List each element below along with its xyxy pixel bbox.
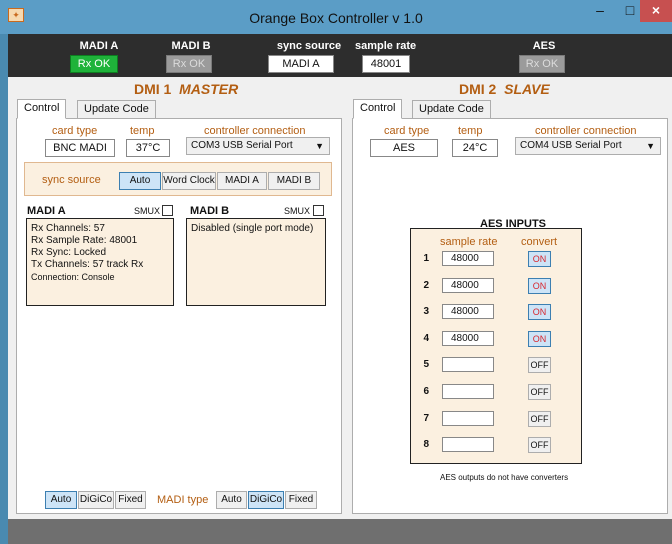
aes-sample-rate-field[interactable] — [442, 437, 494, 452]
madi-a-info-line: Connection: Console — [31, 272, 115, 282]
aes-row-number: 6 — [423, 386, 429, 397]
window-title: Orange Box Controller v 1.0 — [249, 10, 423, 26]
dmi1-madi-a-info: Rx Channels: 57 Rx Sample Rate: 48001 Rx… — [26, 218, 174, 306]
aes-row-number: 2 — [423, 280, 429, 291]
madi-a-info-line: Rx Sync: Locked — [31, 247, 107, 258]
madi-b-status-label: MADI B — [171, 40, 211, 52]
dmi1-tab-control[interactable]: Control — [17, 99, 67, 119]
dmi1-madi-b-smux-checkbox[interactable] — [313, 205, 324, 216]
dmi1-controller-label: controller connection — [204, 125, 306, 137]
chevron-down-icon: ▼ — [315, 141, 324, 151]
dmi2-role: SLAVE — [504, 81, 550, 97]
aes-sample-rate-field[interactable] — [442, 357, 494, 372]
dmi2-tab-control[interactable]: Control — [353, 99, 403, 119]
sample-rate-label: sample rate — [355, 40, 417, 52]
dmi2-card-type-label: card type — [384, 125, 430, 137]
aes-convert-toggle[interactable]: ON — [528, 278, 551, 294]
minimize-button[interactable]: – — [585, 0, 615, 22]
dmi1-madi-type-auto-button[interactable]: Auto — [216, 491, 247, 509]
madi-a-info-line: Rx Sample Rate: 48001 — [31, 235, 138, 246]
dmi1-title-text: DMI 1 — [134, 81, 172, 97]
dmi1-madi-b-smux-label: SMUX — [284, 206, 311, 216]
sync-source-value: MADI A — [268, 55, 334, 73]
aes-sample-rate-field[interactable] — [442, 411, 494, 426]
aes-row-number: 7 — [423, 413, 429, 424]
aes-row-number: 8 — [423, 439, 429, 450]
dmi1-role: MASTER — [179, 81, 239, 97]
aes-convert-toggle[interactable]: ON — [528, 331, 551, 347]
aes-convert-toggle[interactable]: OFF — [528, 437, 551, 453]
dmi1-sync-source-label: sync source — [42, 174, 101, 186]
madi-b-status-led: Rx OK — [166, 55, 212, 73]
aes-row-number: 3 — [423, 306, 429, 317]
aes-sample-rate-field[interactable] — [442, 384, 494, 399]
dmi1-temp-value: 37°C — [126, 139, 170, 157]
aes-convert-toggle[interactable]: OFF — [528, 411, 551, 427]
madi-a-info-line: Rx Channels: 57 — [31, 223, 105, 234]
aes-sample-rate-field[interactable]: 48000 — [442, 251, 494, 266]
madi-b-info-line: Disabled (single port mode) — [191, 223, 314, 234]
dmi1-tab-update-code[interactable]: Update Code — [77, 100, 156, 119]
aes-row-number: 4 — [423, 333, 429, 344]
madi-a-status-label: MADI A — [79, 40, 119, 52]
dmi2-controller-label: controller connection — [535, 125, 637, 137]
dmi2-title: DMI 2 SLAVE — [459, 81, 550, 97]
dmi1-sync-word-clock-button[interactable]: Word Clock — [162, 172, 216, 190]
dmi1-controller-select[interactable]: COM3 USB Serial Port ▼ — [186, 137, 330, 155]
dmi2-card-type-value: AES — [370, 139, 438, 157]
dmi2-temp-value: 24°C — [452, 139, 498, 157]
aes-outputs-note: AES outputs do not have converters — [440, 473, 569, 482]
dmi2-temp-label: temp — [458, 125, 483, 137]
dmi1-madi-type-label: MADI type — [157, 494, 209, 506]
dmi1-controller-value: COM3 USB Serial Port — [191, 140, 293, 151]
dmi1-madi-a-smux-label: SMUX — [134, 206, 161, 216]
aes-col-convert: convert — [521, 236, 558, 248]
sync-source-label: sync source — [276, 40, 342, 52]
dmi1-madi-type-digico-button[interactable]: DiGiCo — [248, 491, 284, 509]
dmi1-title: DMI 1 MASTER — [134, 81, 238, 97]
aes-row-number: 1 — [423, 253, 429, 264]
dmi2-controller-select[interactable]: COM4 USB Serial Port ▼ — [515, 137, 661, 155]
dmi1-sync-madi-b-button[interactable]: MADI B — [268, 172, 320, 190]
dmi1-sync-auto-button[interactable]: Auto — [119, 172, 161, 190]
dmi1-mode-fixed-button[interactable]: Fixed — [115, 491, 146, 509]
dmi1-mode-digico-button[interactable]: DiGiCo — [78, 491, 114, 509]
sample-rate-value: 48001 — [362, 55, 410, 73]
aes-sample-rate-field[interactable]: 48000 — [442, 331, 494, 346]
dmi1-madi-a-title: MADI A — [27, 205, 66, 217]
dmi2-tab-update-code[interactable]: Update Code — [412, 100, 491, 119]
close-button[interactable]: × — [640, 0, 672, 22]
dmi1-temp-label: temp — [130, 125, 155, 137]
dmi1-madi-type-fixed-button[interactable]: Fixed — [285, 491, 317, 509]
aes-convert-toggle[interactable]: ON — [528, 251, 551, 267]
aes-col-sample-rate: sample rate — [440, 236, 498, 248]
dmi1-madi-a-smux-checkbox[interactable] — [162, 205, 173, 216]
aes-convert-toggle[interactable]: OFF — [528, 357, 551, 373]
aes-row-number: 5 — [423, 359, 429, 370]
aes-status-label: AES — [532, 40, 556, 52]
dmi1-card-type-value: BNC MADI — [45, 139, 115, 157]
bottom-status-bar — [8, 519, 672, 544]
aes-status-led: Rx OK — [519, 55, 565, 73]
chevron-down-icon: ▼ — [646, 141, 655, 151]
dmi1-madi-b-title: MADI B — [190, 205, 230, 217]
aes-sample-rate-field[interactable]: 48000 — [442, 278, 494, 293]
dmi1-sync-madi-a-button[interactable]: MADI A — [217, 172, 267, 190]
madi-a-info-line: Tx Channels: 57 track Rx — [31, 259, 144, 270]
aes-inputs-box — [410, 228, 582, 464]
dmi2-title-text: DMI 2 — [459, 81, 497, 97]
dmi2-controller-value: COM4 USB Serial Port — [520, 140, 622, 151]
dmi1-mode-auto-button[interactable]: Auto — [45, 491, 77, 509]
aes-convert-toggle[interactable]: OFF — [528, 384, 551, 400]
aes-sample-rate-field[interactable]: 48000 — [442, 304, 494, 319]
aes-convert-toggle[interactable]: ON — [528, 304, 551, 320]
dmi1-madi-b-info: Disabled (single port mode) — [186, 218, 326, 306]
madi-a-status-led: Rx OK — [70, 55, 118, 73]
dmi1-card-type-label: card type — [52, 125, 98, 137]
